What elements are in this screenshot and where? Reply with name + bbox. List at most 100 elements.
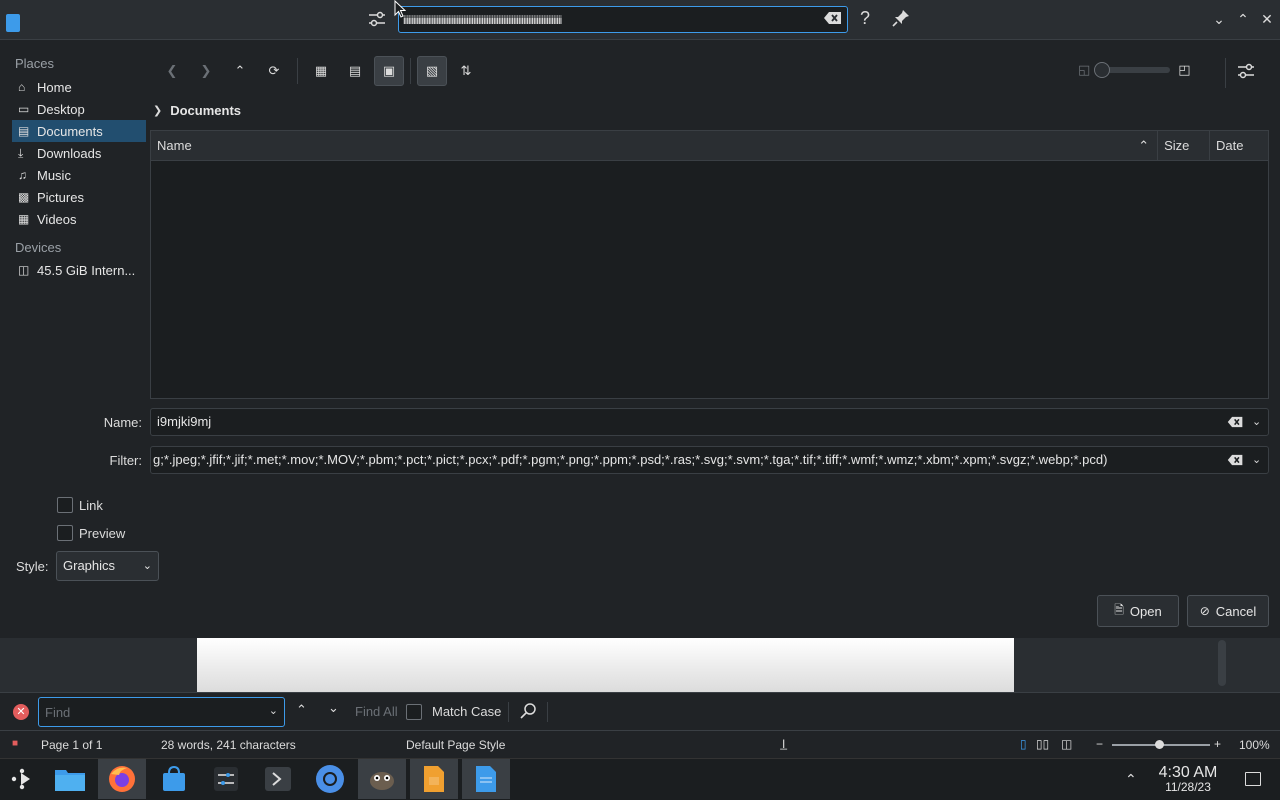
- find-previous-button[interactable]: ⌃: [296, 702, 307, 718]
- help-icon[interactable]: ?: [860, 8, 870, 29]
- page-count[interactable]: Page 1 of 1: [41, 738, 102, 752]
- parent-folder-button[interactable]: ⌃: [225, 56, 255, 86]
- chevron-right-icon: ❯: [200, 63, 212, 78]
- pin-icon[interactable]: [892, 9, 910, 27]
- chevron-right-icon[interactable]: ❯: [153, 104, 162, 117]
- multi-page-view-icon[interactable]: ▯▯: [1036, 737, 1049, 751]
- sidebar-item-videos[interactable]: ▦ Videos: [0, 208, 146, 230]
- zoom-out-icon[interactable]: ◱: [1078, 62, 1090, 78]
- filter-input[interactable]: g;*.jpeg;*.jfif;*.jif;*.met;*.mov;*.MOV;…: [150, 446, 1269, 474]
- discover-store-icon[interactable]: [154, 759, 194, 799]
- devices-heading: Devices: [15, 240, 62, 255]
- zoom-slider[interactable]: [1112, 740, 1210, 749]
- popup-search-input[interactable]: iiiiiiiiiiiiiiiiiiiiiiiiiiiiiiiiiiiiiiii…: [398, 6, 848, 33]
- sidebar-item-home[interactable]: ⌂ Home: [0, 76, 146, 98]
- downloads-icon: ⤓: [18, 145, 24, 160]
- page-style[interactable]: Default Page Style: [406, 738, 505, 752]
- grid-view-icon: ▦: [314, 63, 328, 78]
- filename-input[interactable]: i9mjki9mj: [150, 408, 1269, 436]
- clock[interactable]: 4:30 AM 11/28/23: [1154, 764, 1222, 794]
- zoom-slider-handle[interactable]: [1155, 740, 1164, 749]
- close-findbar-icon[interactable]: ✕: [13, 704, 29, 720]
- sidebar-item-desktop[interactable]: ▭ Desktop: [0, 98, 146, 120]
- terminal-icon[interactable]: [258, 759, 298, 799]
- sidebar-item-internal-drive[interactable]: ◫ 45.5 GiB Intern...: [0, 259, 146, 281]
- preview-label: Preview: [79, 526, 126, 541]
- preview-checkbox[interactable]: [57, 525, 73, 541]
- find-next-button[interactable]: ⌄: [328, 700, 339, 716]
- toolbar-divider: [297, 58, 298, 84]
- sort-button[interactable]: ⇅: [451, 56, 481, 86]
- slider-handle[interactable]: [1094, 62, 1111, 78]
- icon-size-slider[interactable]: [1094, 62, 1171, 78]
- document-scrollbar[interactable]: [1218, 640, 1226, 686]
- maximize-icon[interactable]: ⌃: [1236, 12, 1250, 26]
- single-page-view-icon[interactable]: ▯: [1020, 737, 1027, 751]
- zoom-out-button[interactable]: −: [1096, 737, 1103, 751]
- back-button[interactable]: ❮: [157, 56, 187, 86]
- open-button[interactable]: 🗎 Open: [1097, 595, 1179, 627]
- clear-name-icon[interactable]: [1227, 416, 1244, 428]
- detailed-view-button[interactable]: ▣: [374, 56, 404, 86]
- impress-icon[interactable]: [410, 759, 458, 799]
- breadcrumb-current[interactable]: Documents: [170, 103, 241, 118]
- gimp-icon[interactable]: [358, 759, 406, 799]
- sidebar-item-downloads[interactable]: ⤓ Downloads: [0, 142, 146, 164]
- chromium-icon[interactable]: [310, 759, 350, 799]
- filter-dropdown-chevron-icon[interactable]: ⌄: [1252, 453, 1261, 466]
- close-icon[interactable]: ✕: [1260, 12, 1274, 26]
- app-launcher-icon[interactable]: [2, 759, 42, 799]
- writer-icon[interactable]: [462, 759, 510, 799]
- find-replace-icon[interactable]: [520, 702, 538, 720]
- cancel-button[interactable]: ⊘ Cancel: [1187, 595, 1269, 627]
- document-page[interactable]: [197, 638, 1014, 692]
- reload-button[interactable]: ⟳: [259, 56, 289, 86]
- column-name[interactable]: Name ⌃: [151, 131, 1159, 161]
- icons-view-button[interactable]: ▦: [306, 56, 336, 86]
- places-heading: Places: [15, 56, 55, 71]
- system-settings-icon[interactable]: [206, 759, 246, 799]
- file-list[interactable]: Name ⌃ Size Date: [150, 130, 1269, 399]
- find-input[interactable]: Find ⌄: [38, 697, 285, 727]
- name-history-chevron-icon[interactable]: ⌄: [1252, 415, 1261, 428]
- clear-filter-icon[interactable]: [1227, 454, 1244, 466]
- status-bar: ■ Page 1 of 1 28 words, 241 characters D…: [0, 730, 1280, 758]
- zoom-level[interactable]: 100%: [1239, 738, 1270, 752]
- link-checkbox[interactable]: [57, 497, 73, 513]
- sidebar-item-pictures[interactable]: ▩ Pictures: [0, 186, 146, 208]
- findbar-divider: [547, 702, 548, 722]
- dialog-toolbar: ❮ ❯ ⌃ ⟳ ▦ ▤ ▣ ▧ ⇅: [157, 56, 481, 86]
- style-select[interactable]: Graphics ⌄: [56, 551, 159, 581]
- pictures-icon: ▩: [18, 189, 30, 204]
- settings-sliders-icon[interactable]: [368, 10, 386, 28]
- column-date[interactable]: Date: [1210, 131, 1268, 161]
- find-all-button[interactable]: Find All: [355, 704, 398, 719]
- file-dialog: Places ⌂ Home ▭ Desktop ▤ Documents ⤓ Downlo…: [0, 40, 1280, 638]
- compact-view-icon: ▤: [348, 63, 362, 78]
- word-count[interactable]: 28 words, 241 characters: [161, 738, 296, 752]
- match-case-checkbox[interactable]: [406, 704, 422, 720]
- file-manager-icon[interactable]: [50, 759, 90, 799]
- options-sliders-icon[interactable]: [1237, 62, 1255, 80]
- sidebar-item-music[interactable]: ♫ Music: [0, 164, 146, 186]
- sidebar-item-documents[interactable]: ▤ Documents: [12, 120, 146, 142]
- zoom-in-icon[interactable]: ◰: [1178, 62, 1190, 78]
- clear-text-icon[interactable]: [824, 11, 841, 25]
- preview-toggle-button[interactable]: ▧: [417, 56, 447, 86]
- chevron-down-icon: ⌄: [328, 700, 339, 715]
- drive-icon: ◫: [18, 262, 30, 277]
- column-size[interactable]: Size: [1158, 131, 1211, 161]
- forward-button[interactable]: ❯: [191, 56, 221, 86]
- filter-label: Filter:: [109, 453, 143, 468]
- chevron-down-icon: ⌄: [142, 560, 152, 572]
- tray-expand-icon[interactable]: ⌃: [1125, 771, 1137, 788]
- firefox-icon[interactable]: [98, 759, 146, 799]
- book-view-icon[interactable]: ◫: [1061, 737, 1072, 751]
- show-desktop-icon[interactable]: [1245, 772, 1261, 786]
- zoom-in-button[interactable]: +: [1214, 737, 1221, 751]
- compact-view-button[interactable]: ▤: [340, 56, 370, 86]
- writer-app-icon: [6, 14, 20, 32]
- minimize-icon[interactable]: ⌄: [1212, 12, 1226, 26]
- music-icon: ♫: [18, 167, 27, 182]
- chevron-up-icon: ⌃: [296, 702, 307, 717]
